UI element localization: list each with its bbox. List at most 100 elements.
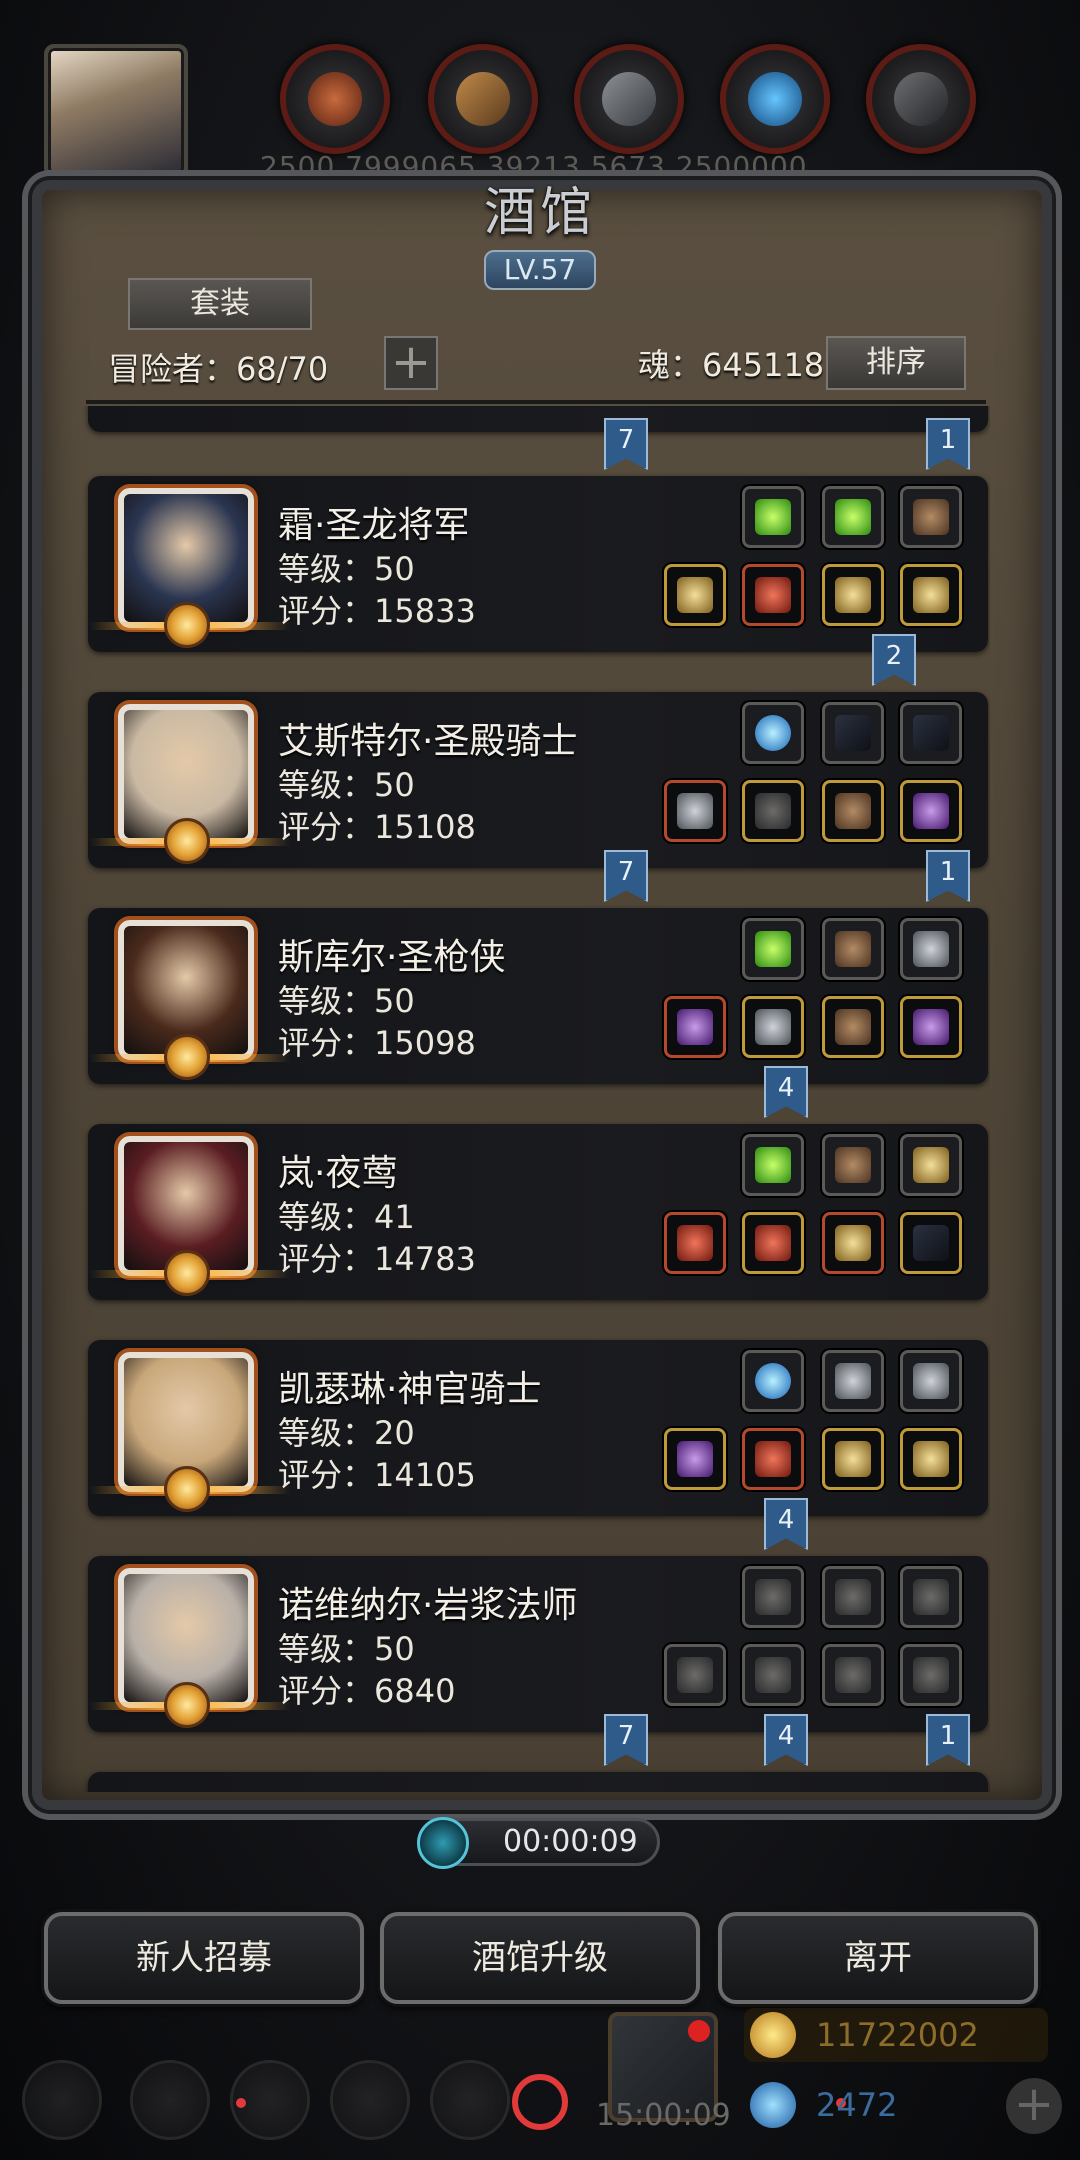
equipment-icon xyxy=(913,499,949,535)
equipment-icon xyxy=(755,1225,791,1261)
gem-amount: 2472 xyxy=(816,2086,898,2124)
equipment-icon xyxy=(755,1441,791,1477)
home-button[interactable] xyxy=(512,2074,568,2130)
equipment-slot[interactable] xyxy=(664,1644,726,1706)
equipment-slot[interactable] xyxy=(900,918,962,980)
equipment-slot[interactable] xyxy=(742,918,804,980)
hero-list[interactable]: 7 1 霜·圣龙将军 等级：50 评分：15833 2 艾斯特尔·圣殿骑士 等级：50 评分：1… xyxy=(80,406,990,1792)
hero-card-partial[interactable] xyxy=(88,406,988,432)
mail-icon[interactable] xyxy=(330,2060,410,2140)
hero-portrait[interactable] xyxy=(90,1352,290,1512)
equipment-slot[interactable] xyxy=(664,996,726,1058)
hero-portrait[interactable] xyxy=(90,1136,290,1296)
gem-icon xyxy=(750,2082,796,2128)
equipment-slot[interactable] xyxy=(900,1644,962,1706)
add-gems-button[interactable]: + xyxy=(1006,2078,1062,2134)
equipment-slot[interactable] xyxy=(742,780,804,842)
soul-count: 魂：645118 xyxy=(638,346,825,384)
cube-icon[interactable] xyxy=(430,2060,510,2140)
hero-portrait[interactable] xyxy=(90,1568,290,1728)
equipment-slot[interactable] xyxy=(822,1428,884,1490)
equipment-slot[interactable] xyxy=(822,702,884,764)
settings-icon[interactable] xyxy=(22,2060,102,2140)
upgrade-tavern-button[interactable]: 酒馆升级 xyxy=(380,1912,700,2004)
equipment-slot[interactable] xyxy=(900,1134,962,1196)
equipment-icon xyxy=(755,1147,791,1183)
equipment-slot[interactable] xyxy=(742,564,804,626)
hero-card[interactable]: 岚·夜莺 等级：41 评分：14783 xyxy=(88,1124,988,1300)
suit-button[interactable]: 套装 xyxy=(128,278,312,330)
expand-capacity-button[interactable]: + xyxy=(384,336,438,390)
equipment-slot[interactable] xyxy=(822,1134,884,1196)
hero-portrait[interactable] xyxy=(90,704,290,864)
equipment-slot[interactable] xyxy=(664,1428,726,1490)
set-count-flag: 7 xyxy=(604,850,648,902)
rank-star-icon xyxy=(164,1034,210,1080)
hero-card[interactable]: 凯瑟琳·神官骑士 等级：20 评分：14105 xyxy=(88,1340,988,1516)
equipment-slot[interactable] xyxy=(900,1428,962,1490)
equipment-slot[interactable] xyxy=(822,1350,884,1412)
equipment-slot[interactable] xyxy=(664,1212,726,1274)
equipment-slot[interactable] xyxy=(822,1566,884,1628)
leave-button[interactable]: 离开 xyxy=(718,1912,1038,2004)
hero-card[interactable]: 斯库尔·圣枪侠 等级：50 评分：15098 xyxy=(88,908,988,1084)
set-count-flag: 2 xyxy=(872,634,916,686)
gold-coin-icon xyxy=(750,2012,796,2058)
equipment-slot[interactable] xyxy=(900,996,962,1058)
hero-score: 评分：15833 xyxy=(278,592,476,630)
equipment-slot[interactable] xyxy=(742,1428,804,1490)
equipment-slot[interactable] xyxy=(900,702,962,764)
meat-resource-icon xyxy=(280,44,390,154)
sort-button[interactable]: 排序 xyxy=(826,336,966,390)
rank-star-icon xyxy=(164,1466,210,1512)
hero-level: 等级：50 xyxy=(278,1630,415,1668)
hero-card[interactable]: 艾斯特尔·圣殿骑士 等级：50 评分：15108 xyxy=(88,692,988,868)
equipment-icon xyxy=(913,1363,949,1399)
page-title: 酒馆 xyxy=(483,183,596,243)
equipment-slot[interactable] xyxy=(822,1212,884,1274)
equipment-slot[interactable] xyxy=(742,702,804,764)
hero-score: 评分：15108 xyxy=(278,808,476,846)
equipment-icon xyxy=(913,1657,949,1693)
equipment-slot[interactable] xyxy=(742,1566,804,1628)
equipment-slot[interactable] xyxy=(742,1212,804,1274)
equipment-icon xyxy=(835,577,871,613)
hero-card[interactable]: 诺维纳尔·岩浆法师 等级：50 评分：6840 xyxy=(88,1556,988,1732)
equipment-slot[interactable] xyxy=(900,564,962,626)
equipment-slot[interactable] xyxy=(664,564,726,626)
equipment-slot[interactable] xyxy=(900,486,962,548)
equipment-slot[interactable] xyxy=(900,1350,962,1412)
equipment-icon xyxy=(677,1441,713,1477)
equipment-slot[interactable] xyxy=(742,1644,804,1706)
equipment-slot[interactable] xyxy=(822,918,884,980)
clock-icon xyxy=(417,1817,469,1869)
player-avatar[interactable] xyxy=(44,44,188,178)
recruit-button[interactable]: 新人招募 xyxy=(44,1912,364,2004)
star-icon[interactable] xyxy=(130,2060,210,2140)
equipment-slot[interactable] xyxy=(822,1644,884,1706)
equipment-slot[interactable] xyxy=(900,1566,962,1628)
equipment-slot[interactable] xyxy=(742,996,804,1058)
hero-score: 评分：6840 xyxy=(278,1672,456,1710)
equipment-slot[interactable] xyxy=(900,1212,962,1274)
equipment-icon xyxy=(835,931,871,967)
equipment-slot[interactable] xyxy=(822,996,884,1058)
equipment-slot[interactable] xyxy=(822,780,884,842)
hero-card-partial[interactable] xyxy=(88,1772,988,1792)
equipment-slot[interactable] xyxy=(822,486,884,548)
equipment-icon xyxy=(913,1579,949,1615)
equipment-icon xyxy=(913,1225,949,1261)
hero-portrait[interactable] xyxy=(90,920,290,1080)
equipment-slot[interactable] xyxy=(822,564,884,626)
equipment-slot[interactable] xyxy=(900,780,962,842)
gift-timer: 15:00:09 xyxy=(596,2098,731,2133)
equipment-slot[interactable] xyxy=(664,780,726,842)
hero-card[interactable]: 霜·圣龙将军 等级：50 评分：15833 xyxy=(88,476,988,652)
equipment-slot[interactable] xyxy=(742,1350,804,1412)
equipment-icon xyxy=(913,715,949,751)
equipment-slot[interactable] xyxy=(742,1134,804,1196)
equipment-slot[interactable] xyxy=(742,486,804,548)
hero-score: 评分：14783 xyxy=(278,1240,476,1278)
rank-star-icon xyxy=(164,818,210,864)
hero-portrait[interactable] xyxy=(90,488,290,648)
